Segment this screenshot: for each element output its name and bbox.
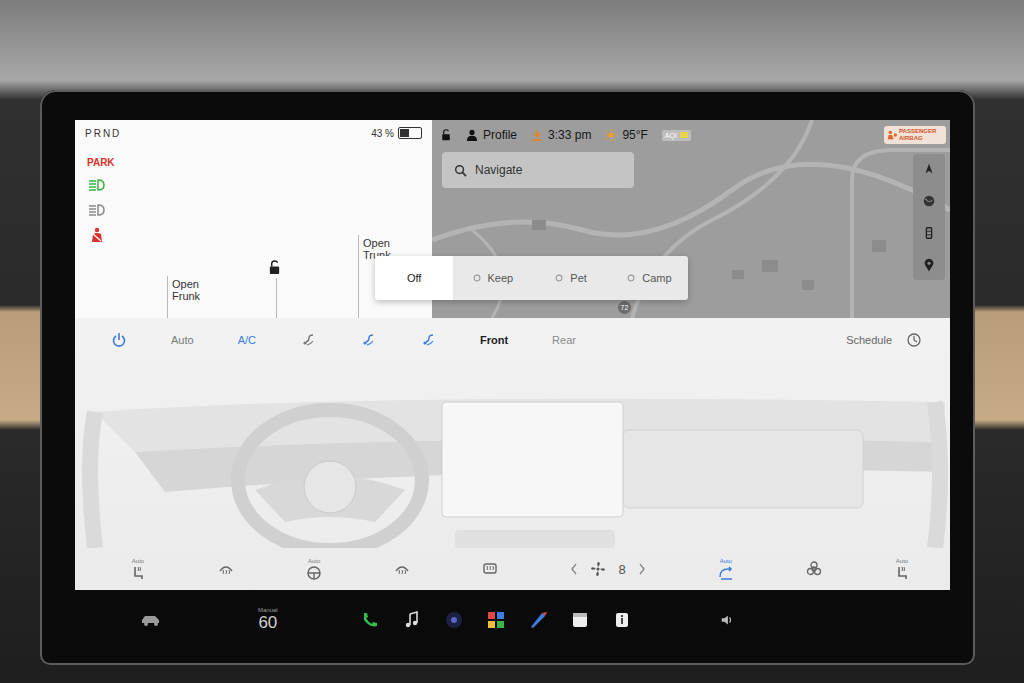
- seatbelt-icon: [87, 227, 107, 243]
- climate-zone-tab[interactable]: Front: [480, 334, 508, 346]
- wiper-defrost-icon: [218, 561, 234, 577]
- magnifier-icon: [454, 164, 467, 177]
- aqi-level: [680, 132, 688, 138]
- rear-defrost-icon: [482, 561, 498, 577]
- calendar-icon[interactable]: [570, 610, 590, 630]
- volume-icon[interactable]: [720, 613, 734, 627]
- climate-control[interactable]: [806, 561, 822, 577]
- climate-control[interactable]: Auto: [718, 558, 734, 581]
- mode-icon: [626, 273, 636, 283]
- fan-icon: [590, 561, 606, 577]
- battery-fill: [400, 129, 409, 137]
- launcher-icon[interactable]: [486, 610, 506, 630]
- climate-control[interactable]: 8: [570, 561, 645, 577]
- open-frunk-button[interactable]: OpenFrunk: [167, 276, 276, 318]
- person-icon: [466, 129, 478, 141]
- cabin-illustration: [75, 362, 950, 548]
- battery-status: 43 %: [371, 127, 422, 139]
- info-icon[interactable]: [612, 610, 632, 630]
- seat-heat-icon: [894, 565, 910, 581]
- navigate-search[interactable]: Navigate: [442, 152, 634, 188]
- sun-icon: [605, 129, 617, 141]
- pin-icon[interactable]: [922, 258, 936, 272]
- unlocked-icon[interactable]: [440, 129, 452, 141]
- unlocked-icon[interactable]: [268, 260, 281, 275]
- climate-toggle[interactable]: A/C: [238, 334, 256, 346]
- car-outline-line: [276, 278, 358, 318]
- front-defrost-icon: [394, 561, 410, 577]
- speed-setting[interactable]: Manual60: [258, 607, 278, 633]
- battery-percent: 43 %: [371, 128, 394, 139]
- climate-keeper-menu: OffKeepPetCamp: [375, 256, 688, 300]
- indicator-list: PARK: [75, 139, 115, 318]
- clock-icon[interactable]: [906, 332, 922, 348]
- climate-toggle[interactable]: Auto: [171, 334, 194, 346]
- airflow-icon[interactable]: [360, 332, 376, 348]
- clock: 3:33 pm: [531, 128, 591, 142]
- aqi-badge[interactable]: AQI: [662, 130, 691, 141]
- toybox-icon[interactable]: [528, 610, 548, 630]
- music-icon[interactable]: [402, 610, 422, 630]
- auto-headlights-icon: [87, 202, 107, 218]
- climate-controls: Auto Auto 8 Auto Auto: [75, 548, 950, 590]
- bioweapon-icon: [806, 561, 822, 577]
- display-bezel: PRND43 %PARKOpenFrunkOpenTrunk Profile 3…: [40, 90, 975, 665]
- climate-control[interactable]: [394, 561, 410, 577]
- climate-control[interactable]: Auto: [130, 558, 146, 581]
- mode-icon: [554, 273, 564, 283]
- airflow-icon[interactable]: [420, 332, 436, 348]
- steering-heat-icon: [306, 565, 322, 581]
- car-icon[interactable]: [140, 613, 162, 627]
- passenger-airbag-badge: PASSENGER AIRBAG: [884, 126, 946, 143]
- status-bar: Profile 3:33 pm 95°F AQI PASSENGER AIRBAG: [432, 120, 950, 150]
- park-indicator: PARK: [87, 157, 115, 168]
- phone-icon[interactable]: [360, 610, 380, 630]
- airbag-icon: [887, 130, 897, 140]
- app-launcher-bar: [360, 610, 632, 630]
- lock-area: [276, 260, 358, 318]
- outside-temperature: 95°F: [605, 128, 647, 142]
- photo-background: PRND43 %PARKOpenFrunkOpenTrunk Profile 3…: [0, 0, 1024, 683]
- airflow-icon[interactable]: [300, 332, 316, 348]
- map-controls: [913, 154, 945, 280]
- camera-icon[interactable]: [444, 610, 464, 630]
- power-icon[interactable]: [111, 332, 127, 348]
- schedule-button[interactable]: Schedule: [846, 334, 892, 346]
- globe-icon[interactable]: [922, 194, 936, 208]
- headlights-icon: [87, 177, 107, 193]
- download-icon[interactable]: [531, 129, 543, 141]
- battery-icon: [398, 127, 422, 139]
- climate-control[interactable]: [218, 561, 234, 577]
- climate-mode-option[interactable]: Camp: [610, 256, 688, 300]
- compass-icon[interactable]: [922, 162, 936, 176]
- profile-button[interactable]: Profile: [466, 128, 517, 142]
- seat-heat-icon: [130, 565, 146, 581]
- chevron-right-icon[interactable]: [638, 563, 646, 575]
- car-header: PRND 43 %: [75, 120, 432, 139]
- chevron-left-icon[interactable]: [570, 563, 578, 575]
- recirculate-icon: [718, 565, 734, 581]
- taskbar: Manual60: [75, 590, 950, 650]
- top-area: PRND43 %PARKOpenFrunkOpenTrunk Profile 3…: [75, 120, 950, 318]
- climate-mode-option[interactable]: Pet: [532, 256, 610, 300]
- charger-icon[interactable]: [922, 226, 936, 240]
- route-marker: 72: [618, 301, 631, 314]
- climate-mode-option[interactable]: Keep: [453, 256, 531, 300]
- climate-control[interactable]: Auto: [894, 558, 910, 581]
- gear-selector: PRND: [85, 128, 121, 139]
- touchscreen: PRND43 %PARKOpenFrunkOpenTrunk Profile 3…: [75, 120, 950, 650]
- climate-mode-option[interactable]: Off: [375, 256, 453, 300]
- mode-icon: [472, 273, 482, 283]
- climate-panel: AutoA/CFrontRearScheduleAutoAuto8AutoAut…: [75, 318, 950, 590]
- climate-zone-tab[interactable]: Rear: [552, 334, 576, 346]
- climate-control[interactable]: Auto: [306, 558, 322, 581]
- climate-control[interactable]: [482, 561, 498, 577]
- climate-toolbar: Auto A/C Front Rear Schedule: [75, 318, 950, 362]
